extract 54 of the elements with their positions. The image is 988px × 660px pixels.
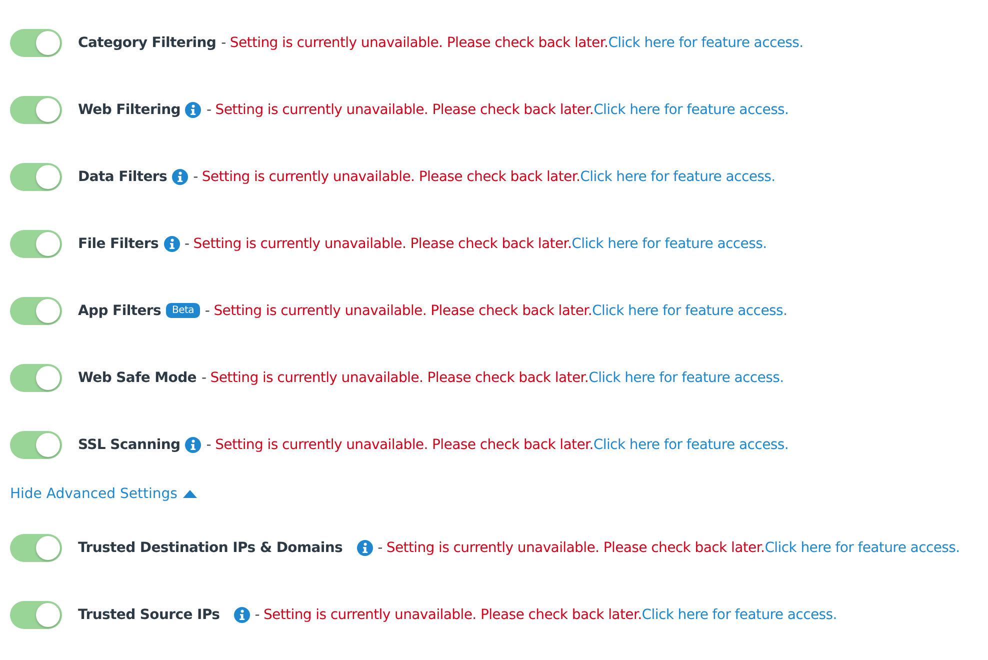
toggle-switch[interactable] (10, 430, 62, 458)
unavailable-message: Setting is currently unavailable. Please check back later. (193, 236, 572, 252)
toggle-switch[interactable] (10, 534, 62, 562)
unavailable-message: Setting is currently unavailable. Please check back later. (210, 370, 589, 386)
separator: - (206, 436, 212, 452)
feature-access-link[interactable]: Click here for feature access. (594, 102, 789, 118)
unavailable-message: Setting is currently unavailable. Please check back later. (263, 606, 642, 622)
feature-access-link[interactable]: Click here for feature access. (572, 236, 767, 252)
beta-badge: Beta (166, 303, 200, 318)
unavailable-message: Setting is currently unavailable. Please check back later. (386, 540, 765, 556)
unavailable-message: Setting is currently unavailable. Please check back later. (202, 168, 580, 184)
toggle-switch[interactable] (10, 96, 62, 124)
setting-label: Web Filtering (78, 102, 180, 118)
separator: - (378, 540, 382, 556)
setting-label: SSL Scanning (78, 436, 180, 452)
feature-access-link[interactable]: Click here for feature access. (593, 436, 789, 452)
unavailable-message: Setting is currently unavailable. Please check back later. (215, 436, 594, 452)
feature-access-link[interactable]: Click here for feature access. (588, 370, 784, 386)
info-icon[interactable] (234, 606, 250, 622)
setting-label: Category Filtering (78, 34, 216, 50)
toggle-switch[interactable] (10, 600, 62, 628)
separator: - (221, 34, 226, 50)
setting-label: Data Filters (78, 168, 168, 184)
separator: - (206, 102, 212, 118)
separator: - (204, 302, 210, 318)
feature-access-link[interactable]: Click here for feature access. (608, 34, 804, 50)
toggle-switch[interactable] (10, 162, 62, 190)
feature-access-link[interactable]: Click here for feature access. (764, 540, 960, 556)
feature-access-link[interactable]: Click here for feature access. (592, 302, 788, 318)
separator: - (193, 168, 198, 184)
info-icon[interactable] (185, 436, 202, 452)
unavailable-message: Setting is currently unavailable. Please check back later. (230, 34, 608, 50)
setting-label: File Filters (78, 236, 159, 252)
setting-label: Trusted Source IPs (78, 606, 220, 622)
separator: - (202, 370, 206, 386)
info-icon[interactable] (185, 102, 202, 118)
separator: - (184, 236, 190, 252)
feature-access-link[interactable]: Click here for feature access. (580, 168, 776, 184)
unavailable-message: Setting is currently unavailable. Please check back later. (215, 102, 594, 118)
setting-label: Trusted Destination IPs & Domains (78, 540, 343, 556)
separator: - (254, 606, 260, 622)
setting-label: App Filters (78, 302, 162, 318)
info-icon[interactable] (172, 168, 188, 184)
feature-access-link[interactable]: Click here for feature access. (642, 606, 837, 622)
toggle-switch[interactable] (10, 230, 62, 258)
caret-icon (183, 490, 198, 498)
advanced-settings-link[interactable]: Hide Advanced Settings (10, 486, 198, 502)
toggle-switch[interactable] (10, 296, 62, 324)
unavailable-message: Setting is currently unavailable. Please check back later. (214, 302, 592, 318)
toggle-switch[interactable] (10, 28, 62, 56)
info-icon[interactable] (164, 236, 180, 252)
setting-label: Web Safe Mode (78, 370, 196, 386)
info-icon[interactable] (356, 540, 373, 556)
toggle-switch[interactable] (10, 364, 62, 392)
